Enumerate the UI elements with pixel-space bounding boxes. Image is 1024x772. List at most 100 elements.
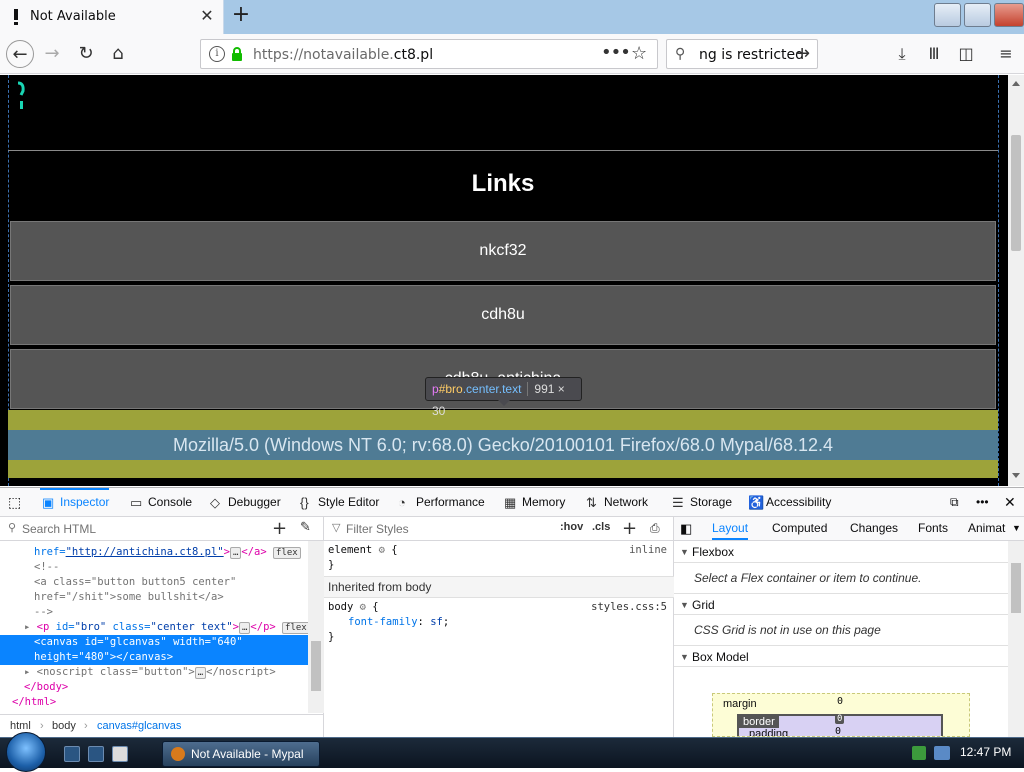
- breadcrumb-body[interactable]: body: [52, 715, 76, 737]
- print-media-icon[interactable]: ⎙: [650, 521, 660, 536]
- tab-console[interactable]: ▭ Console: [128, 488, 192, 517]
- breadcrumb-canvas[interactable]: canvas#glcanvas: [97, 715, 181, 737]
- menu-icon[interactable]: ≡: [996, 44, 1016, 64]
- link-button-nkcf32[interactable]: nkcf32: [10, 221, 996, 281]
- tab-inspector[interactable]: ▣ Inspector: [40, 488, 110, 517]
- home-icon[interactable]: ⌂: [104, 40, 132, 68]
- start-button[interactable]: [6, 732, 46, 772]
- markup-scrollbar[interactable]: [308, 541, 324, 713]
- add-node-icon[interactable]: +: [272, 518, 287, 539]
- border-value[interactable]: 0: [835, 714, 845, 724]
- section-box-model[interactable]: ▼ Box Model: [674, 645, 1008, 667]
- tab-layout[interactable]: Layout: [712, 517, 749, 540]
- styles-filter[interactable]: ▽ Filter Styles :hov .cls + ⎙: [324, 517, 674, 541]
- switch-windows-icon[interactable]: [88, 746, 104, 762]
- scrollbar-thumb[interactable]: [1011, 135, 1021, 251]
- markup-line-canvas-selected-cont[interactable]: height="480"></canvas>: [0, 650, 308, 665]
- site-info-icon[interactable]: i: [209, 46, 225, 62]
- tab-computed[interactable]: Computed: [772, 517, 827, 540]
- library-icon[interactable]: Ⅲ: [924, 44, 944, 64]
- hov-toggle[interactable]: :hov: [560, 521, 583, 533]
- clock[interactable]: 12:47 PM: [960, 745, 1011, 759]
- markup-line[interactable]: href="/shit">some bullshit</a>: [0, 590, 308, 605]
- border-label: border: [739, 716, 779, 728]
- tab-fonts[interactable]: Fonts: [918, 517, 948, 540]
- downloads-icon[interactable]: ⤓: [892, 44, 912, 64]
- markup-line[interactable]: <!--: [0, 560, 308, 575]
- rule-body-source[interactable]: styles.css:5: [591, 601, 667, 613]
- page-scrollbar[interactable]: [1008, 75, 1024, 486]
- new-tab-button[interactable]: +: [230, 4, 252, 28]
- back-icon[interactable]: ←: [6, 40, 34, 68]
- markup-line-canvas-selected[interactable]: <canvas id="glcanvas" width="640": [0, 635, 308, 650]
- layout-scrollbar[interactable]: [1008, 541, 1024, 737]
- quick-launch-icon[interactable]: [112, 746, 128, 762]
- flex-badge[interactable]: flex: [273, 547, 301, 559]
- markup-line-html-close[interactable]: </html>: [0, 695, 308, 710]
- section-flexbox[interactable]: ▼ Flexbox: [674, 541, 1008, 563]
- eyedropper-icon[interactable]: ✎: [300, 520, 311, 535]
- element-picker-icon[interactable]: ⬚: [8, 488, 21, 517]
- minimize-button[interactable]: [934, 3, 961, 27]
- cls-toggle[interactable]: .cls: [592, 521, 610, 533]
- tab-changes[interactable]: Changes: [850, 517, 898, 540]
- rule-declaration[interactable]: font-family: sf;: [328, 615, 449, 630]
- search-html-input[interactable]: Search HTML: [22, 522, 96, 536]
- lock-icon[interactable]: [231, 47, 243, 61]
- search-input[interactable]: ng is restricted: [699, 47, 804, 63]
- search-bar[interactable]: ⚲ ng is restricted →: [666, 39, 818, 69]
- sidebar-icon[interactable]: ◫: [956, 44, 976, 64]
- tab-network[interactable]: ⇅ Network: [584, 488, 648, 517]
- url-bar[interactable]: i https://notavailable.ct8.pl ••• ☆: [200, 39, 658, 69]
- reload-icon[interactable]: ↻: [72, 40, 100, 68]
- window-close-button[interactable]: [994, 3, 1024, 27]
- markup-line[interactable]: href="http://antichina.ct8.pl">… </a> fle…: [0, 545, 308, 560]
- tab-performance[interactable]: ◔ Performance: [396, 488, 485, 517]
- margin-value[interactable]: 0: [837, 696, 843, 707]
- ellipsis-badge[interactable]: …: [194, 667, 207, 679]
- ellipsis-badge[interactable]: …: [229, 547, 242, 559]
- rule-element-source[interactable]: inline: [629, 544, 667, 556]
- dock-icon[interactable]: ⧉: [950, 488, 959, 517]
- forward-icon[interactable]: →: [38, 40, 66, 68]
- scroll-up-icon[interactable]: [1012, 81, 1020, 86]
- tray-security-icon[interactable]: [912, 746, 926, 760]
- scrollbar-thumb[interactable]: [1011, 563, 1021, 613]
- close-devtools-icon[interactable]: ✕: [1004, 488, 1016, 517]
- rule-element-selector[interactable]: element ⚙ {: [328, 543, 398, 558]
- markup-line-body-close[interactable]: </body>: [0, 680, 308, 695]
- padding-value[interactable]: 0: [835, 726, 841, 736]
- maximize-button[interactable]: [964, 3, 991, 27]
- rule-body-selector[interactable]: body ⚙ {: [328, 600, 379, 615]
- bookmark-star-icon[interactable]: ☆: [631, 43, 647, 64]
- rule-close-brace: }: [328, 559, 335, 571]
- section-grid[interactable]: ▼ Grid: [674, 593, 1008, 615]
- taskbar-item-mypal[interactable]: Not Available - Mypal: [162, 741, 320, 767]
- tab-animations[interactable]: Animat: [968, 517, 1005, 540]
- show-desktop-icon[interactable]: [64, 746, 80, 762]
- tabs-overflow-icon[interactable]: ▼: [1012, 517, 1021, 540]
- scroll-down-icon[interactable]: [1012, 473, 1020, 478]
- markup-line-noscript[interactable]: ▸ <noscript class="button">… </noscript>: [0, 665, 308, 680]
- tab-debugger[interactable]: ◇ Debugger: [208, 488, 281, 517]
- flex-badge[interactable]: flex: [282, 622, 310, 634]
- search-go-icon[interactable]: →: [795, 43, 810, 64]
- tab-memory[interactable]: ▦ Memory: [502, 488, 565, 517]
- tab-storage[interactable]: ☰ Storage: [670, 488, 732, 517]
- scrollbar-thumb[interactable]: [311, 641, 321, 691]
- add-rule-icon[interactable]: +: [622, 518, 637, 539]
- toggle-pane-icon[interactable]: ◧: [680, 517, 692, 540]
- tab-close-icon[interactable]: ✕: [198, 7, 216, 25]
- link-button-cdh8u[interactable]: cdh8u: [10, 285, 996, 345]
- tab-accessibility[interactable]: ♿ Accessibility: [746, 488, 831, 517]
- browser-tab[interactable]: Not Available ✕: [0, 0, 224, 34]
- tab-style-editor[interactable]: {} Style Editor: [298, 488, 379, 517]
- ellipsis-badge[interactable]: …: [239, 622, 251, 634]
- network-icon[interactable]: [934, 746, 950, 760]
- filter-styles-input[interactable]: Filter Styles: [346, 522, 409, 536]
- page-actions-icon[interactable]: •••: [601, 42, 631, 63]
- markup-line-p-bro[interactable]: ▸ <p id="bro" class="center text">… </p> …: [0, 620, 310, 635]
- markup-line[interactable]: -->: [0, 605, 308, 620]
- markup-line[interactable]: <a class="button button5 center": [0, 575, 308, 590]
- more-options-icon[interactable]: •••: [976, 488, 989, 517]
